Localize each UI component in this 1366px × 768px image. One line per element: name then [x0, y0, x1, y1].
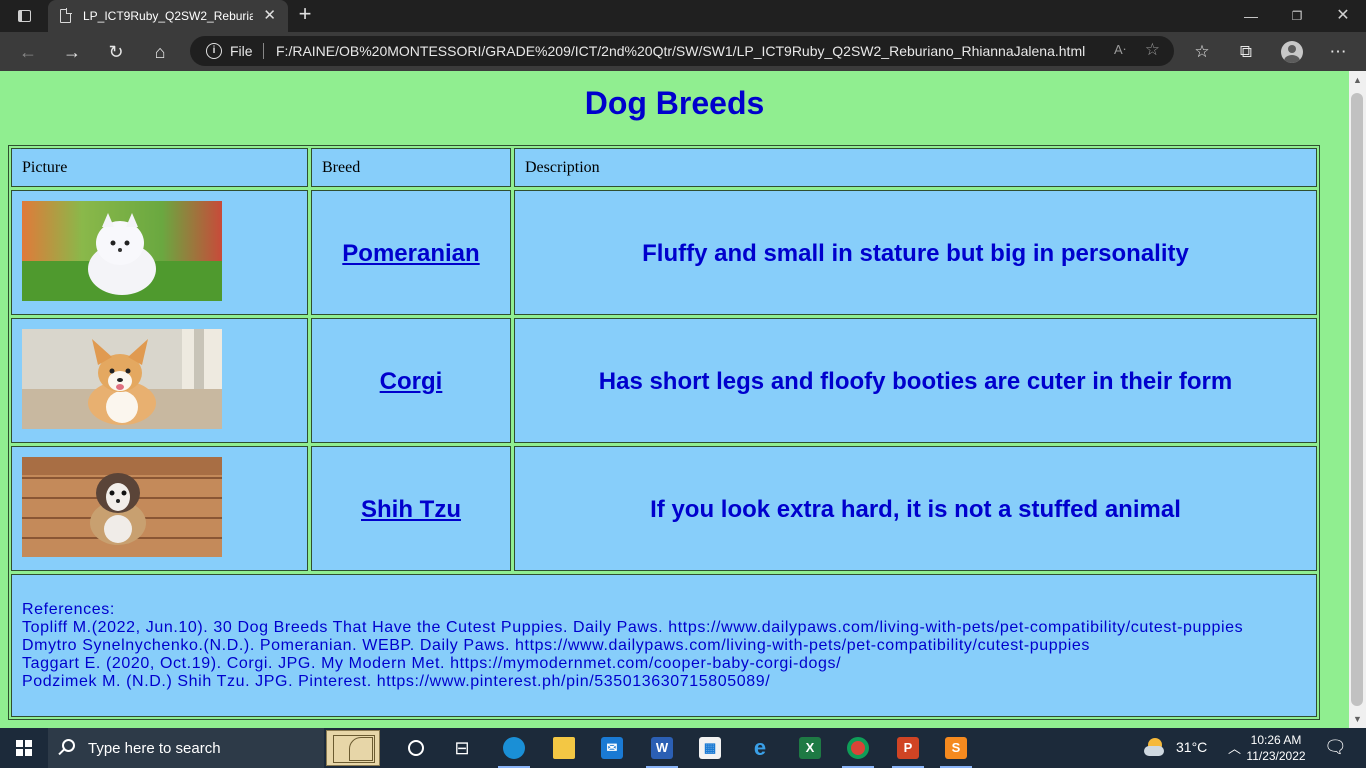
file-label: File	[230, 43, 253, 59]
powerpoint-icon[interactable]: P	[886, 728, 930, 768]
corgi-photo	[22, 329, 222, 429]
breed-link-pomeranian[interactable]: Pomeranian	[312, 240, 510, 268]
weather-icon[interactable]	[1144, 738, 1168, 758]
references-label: References:	[22, 601, 115, 618]
browser-toolbar: ← → ↻ ⌂ i File F:/RAINE/OB%20MONTESSORI/…	[0, 32, 1366, 71]
task-view-icon[interactable]: ⊟	[440, 728, 484, 768]
cortana-icon[interactable]	[394, 728, 438, 768]
chrome-icon[interactable]	[836, 728, 880, 768]
taskbar-search[interactable]: Type here to search	[48, 728, 324, 768]
minimize-icon[interactable]: —	[1228, 0, 1274, 32]
description-cell: Has short legs and floofy booties are cu…	[514, 318, 1317, 443]
reference-line: Dmytro Synelnychenko.(N.D.). Pomeranian.…	[22, 637, 1091, 654]
edge-icon[interactable]	[492, 728, 536, 768]
read-aloud-icon[interactable]: Aᐧ	[1114, 42, 1126, 58]
microsoft-store-icon[interactable]: ▦	[688, 728, 732, 768]
picture-cell	[11, 446, 308, 571]
windows-start-icon[interactable]	[16, 740, 32, 756]
internet-explorer-icon[interactable]: e	[738, 728, 782, 768]
close-window-icon[interactable]: ✕	[1320, 0, 1366, 32]
refresh-icon[interactable]: ↻	[102, 38, 130, 66]
home-icon[interactable]: ⌂	[146, 38, 174, 66]
file-explorer-icon[interactable]	[542, 728, 586, 768]
vertical-scrollbar[interactable]: ▲ ▼	[1349, 71, 1366, 728]
title-bar: LP_ICT9Ruby_Q2SW2_Reburiano_RhiannaJalen…	[0, 0, 1366, 32]
shih-tzu-photo	[22, 457, 222, 557]
clock-date: 11/23/2022	[1246, 749, 1306, 763]
address-bar[interactable]: i File F:/RAINE/OB%20MONTESSORI/GRADE%20…	[190, 36, 1174, 66]
description-cell: If you look extra hard, it is not a stuf…	[514, 446, 1317, 571]
dog-breeds-table: Picture Breed Description Pomeranian Flu…	[8, 145, 1320, 720]
description-corgi: Has short legs and floofy booties are cu…	[598, 368, 1233, 395]
excel-icon[interactable]: X	[788, 728, 832, 768]
temperature[interactable]: 31°C	[1176, 739, 1207, 768]
header-description: Description	[514, 148, 1317, 187]
clock-time: 10:26 AM	[1250, 733, 1302, 747]
url-text[interactable]: F:/RAINE/OB%20MONTESSORI/GRADE%209/ICT/2…	[276, 43, 1085, 59]
scroll-down-icon[interactable]: ▼	[1349, 714, 1366, 724]
search-icon	[62, 739, 75, 752]
new-tab-icon[interactable]: +	[293, 3, 317, 27]
description-shih-tzu: If you look extra hard, it is not a stuf…	[650, 496, 1181, 523]
close-tab-icon[interactable]: ✕	[263, 8, 276, 24]
description-pomeranian: Fluffy and small in stature but big in p…	[642, 240, 1189, 267]
search-highlight-image[interactable]	[326, 730, 380, 766]
reference-line: Podzimek M. (N.D.) Shih Tzu. JPG. Pinter…	[22, 673, 771, 690]
breed-link-shih-tzu[interactable]: Shih Tzu	[312, 496, 510, 524]
tab-title: LP_ICT9Ruby_Q2SW2_Reburiano_RhiannaJalen…	[83, 9, 253, 23]
breed-cell: Corgi	[311, 318, 511, 443]
tab-actions-icon[interactable]	[8, 5, 40, 27]
site-info-icon[interactable]: i	[206, 43, 222, 59]
breed-cell: Shih Tzu	[311, 446, 511, 571]
back-icon[interactable]: ←	[14, 38, 42, 66]
page-title: Dog Breeds	[584, 85, 765, 121]
pomeranian-photo	[22, 201, 222, 301]
scroll-up-icon[interactable]: ▲	[1349, 75, 1366, 85]
mail-icon[interactable]: ✉	[590, 728, 634, 768]
browser-tab[interactable]: LP_ICT9Ruby_Q2SW2_Reburiano_RhiannaJalen…	[48, 0, 288, 32]
description-cell: Fluffy and small in stature but big in p…	[514, 190, 1317, 315]
more-options-icon[interactable]: ⋯	[1324, 38, 1352, 66]
word-icon[interactable]: W	[640, 728, 684, 768]
breed-link-corgi[interactable]: Corgi	[312, 368, 510, 396]
picture-cell	[11, 318, 308, 443]
restore-icon[interactable]: ❐	[1274, 0, 1320, 32]
search-placeholder: Type here to search	[88, 740, 221, 757]
taskbar-clock[interactable]: 10:26 AM 11/23/2022	[1244, 732, 1308, 764]
sublime-text-icon[interactable]: S	[934, 728, 978, 768]
header-picture: Picture	[11, 148, 308, 187]
picture-cell	[11, 190, 308, 315]
notifications-icon[interactable]: 🗨	[1324, 737, 1347, 768]
divider	[263, 43, 264, 59]
profile-avatar[interactable]	[1281, 41, 1303, 63]
forward-icon[interactable]: →	[58, 38, 86, 66]
add-favorite-icon[interactable]: ☆	[1145, 40, 1160, 60]
reference-line: Taggart E. (2020, Oct.19). Corgi. JPG. M…	[22, 655, 842, 672]
reference-line: Topliff M.(2022, Jun.10). 30 Dog Breeds …	[22, 619, 1244, 636]
breed-cell: Pomeranian	[311, 190, 511, 315]
page-viewport: Dog Breeds Picture Breed Description Pom…	[0, 71, 1349, 728]
favorites-icon[interactable]: ☆	[1188, 38, 1216, 66]
header-breed: Breed	[311, 148, 511, 187]
references-cell: References: Topliff M.(2022, Jun.10). 30…	[11, 574, 1317, 717]
windows-taskbar: Type here to search ⊟ ✉ W ▦ e X P S 31°C…	[0, 728, 1366, 768]
chevron-up-icon[interactable]: ︿	[1228, 738, 1241, 768]
scrollbar-thumb[interactable]	[1351, 93, 1363, 706]
document-icon	[60, 8, 72, 23]
collections-icon[interactable]: ⧉	[1232, 38, 1260, 66]
